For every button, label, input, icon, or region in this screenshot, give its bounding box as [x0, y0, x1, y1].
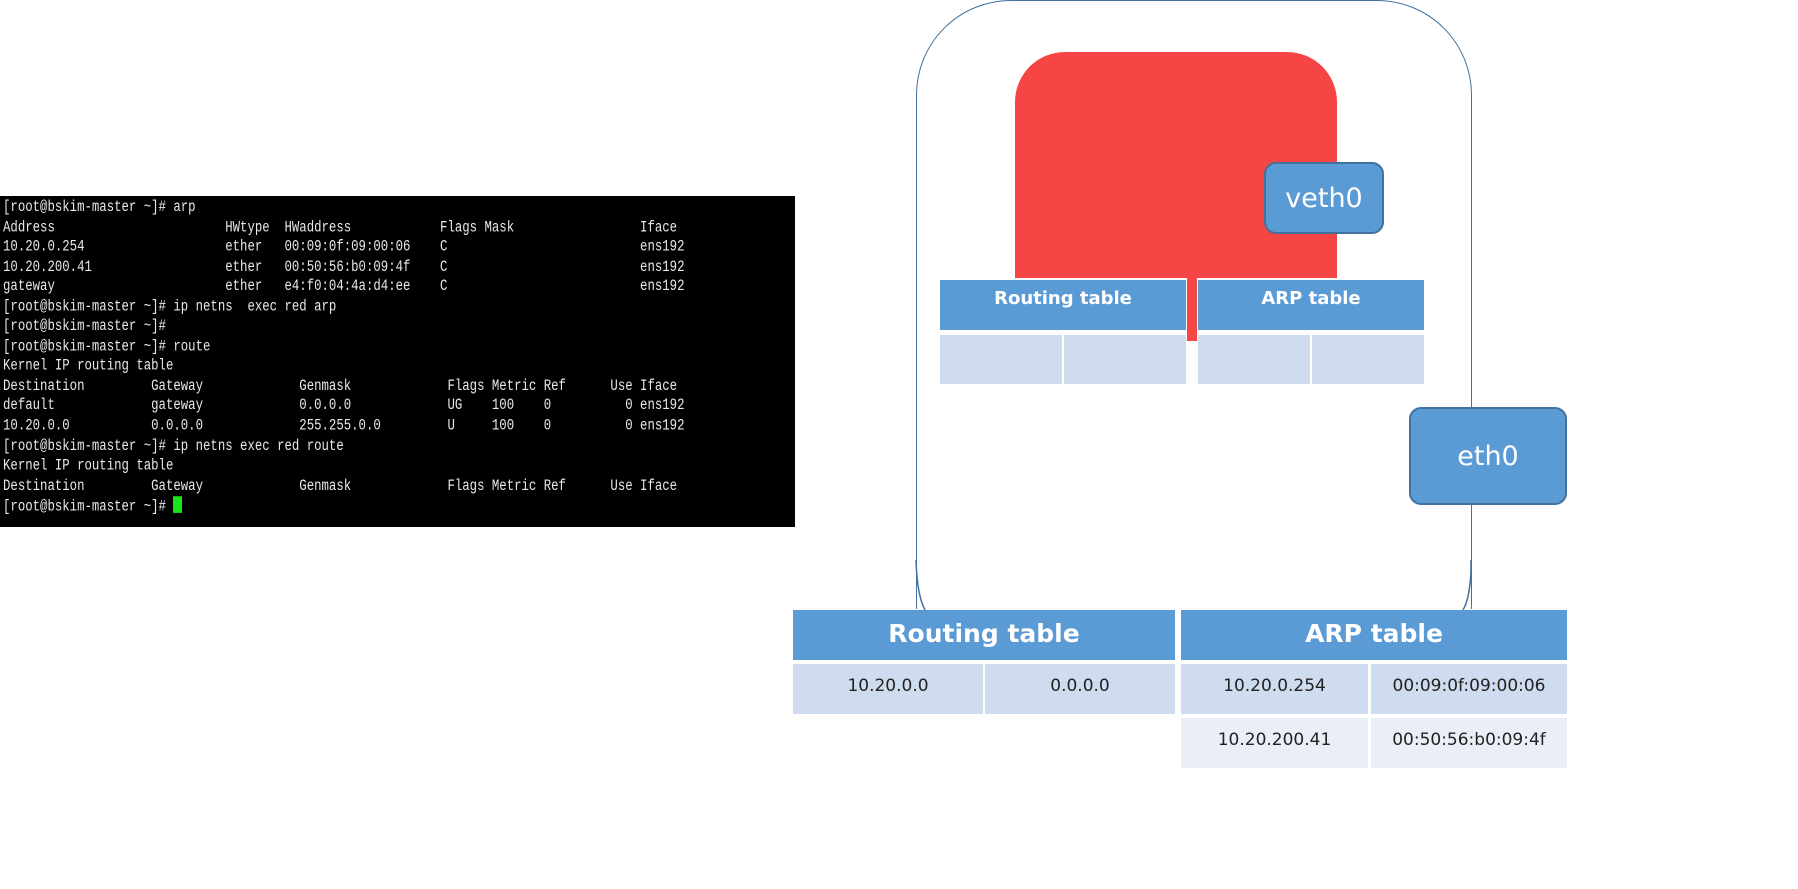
ns-arp-cell: [1312, 335, 1424, 384]
host-routing-cell: 10.20.0.0: [793, 664, 983, 714]
cursor: [173, 496, 183, 514]
host-arp-table-header: ARP table: [1181, 610, 1567, 660]
arp-address: 10.20.200.41: [1217, 730, 1332, 750]
veth0-interface: veth0: [1264, 162, 1384, 234]
host-routing-table-title: Routing table: [888, 619, 1080, 648]
ns-arp-table-title: ARP table: [1261, 288, 1361, 309]
ns-arp-cell: [1198, 335, 1310, 384]
routing-gateway: 0.0.0.0: [1050, 676, 1110, 696]
host-routing-cell: 0.0.0.0: [985, 664, 1175, 714]
terminal-line: [root@bskim-master ~]# arp: [3, 198, 196, 216]
arp-address: 10.20.0.254: [1223, 676, 1326, 696]
ns-arp-table-header: ARP table: [1198, 280, 1424, 330]
terminal-line: Kernel IP routing table: [3, 357, 174, 376]
veth0-label: veth0: [1285, 182, 1363, 214]
terminal-line: 10.20.200.41 ether 00:50:56:b0:09:4f C e…: [3, 257, 685, 276]
arp-hwaddress: 00:09:0f:09:00:06: [1392, 676, 1546, 696]
terminal-line: [root@bskim-master ~]#: [3, 317, 166, 336]
terminal-line: gateway ether e4:f0:04:4a:d4:ee C ens192: [3, 277, 685, 296]
arp-hwaddress: 00:50:56:b0:09:4f: [1392, 730, 1546, 750]
host-arp-cell: 00:09:0f:09:00:06: [1371, 664, 1567, 714]
ns-routing-cell: [940, 335, 1062, 384]
host-routing-table-header: Routing table: [793, 610, 1175, 660]
terminal-line: 10.20.0.254 ether 00:09:0f:09:00:06 C en…: [3, 237, 685, 256]
routing-destination: 10.20.0.0: [847, 676, 929, 696]
terminal-line: Destination Gateway Genmask Flags Metric…: [3, 377, 678, 396]
ns-routing-cell: [1064, 335, 1186, 384]
terminal-line: Kernel IP routing table: [3, 456, 174, 475]
eth0-label: eth0: [1457, 440, 1519, 472]
terminal-line: [root@bskim-master ~]# ip netns exec red…: [3, 436, 344, 455]
terminal-line: 10.20.0.0 0.0.0.0 255.255.0.0 U 100 0 0 …: [3, 416, 685, 435]
host-arp-cell: 00:50:56:b0:09:4f: [1371, 718, 1567, 768]
host-arp-table-title: ARP table: [1305, 619, 1443, 648]
terminal-line[interactable]: [root@bskim-master ~]#: [3, 496, 685, 517]
red-namespace-connector: [1187, 276, 1197, 341]
host-arp-cell: 10.20.0.254: [1181, 664, 1368, 714]
terminal-line: [root@bskim-master ~]# route: [3, 337, 211, 356]
ns-routing-table-title: Routing table: [994, 288, 1132, 309]
terminal-screenshot: [root@bskim-master ~]# arp Address HWtyp…: [0, 196, 795, 527]
terminal-line: Address HWtype HWaddress Flags Mask Ifac…: [3, 217, 678, 236]
terminal-line: [root@bskim-master ~]# ip netns exec red…: [3, 297, 337, 316]
host-arp-cell: 10.20.200.41: [1181, 718, 1368, 768]
prompt: [root@bskim-master ~]#: [3, 497, 174, 516]
terminal-line: Destination Gateway Genmask Flags Metric…: [3, 476, 678, 495]
eth0-interface: eth0: [1409, 407, 1567, 505]
terminal-output: [root@bskim-master ~]# arp Address HWtyp…: [3, 198, 685, 516]
terminal-line: default gateway 0.0.0.0 UG 100 0 0 ens19…: [3, 397, 685, 415]
ns-routing-table-header: Routing table: [940, 280, 1186, 330]
